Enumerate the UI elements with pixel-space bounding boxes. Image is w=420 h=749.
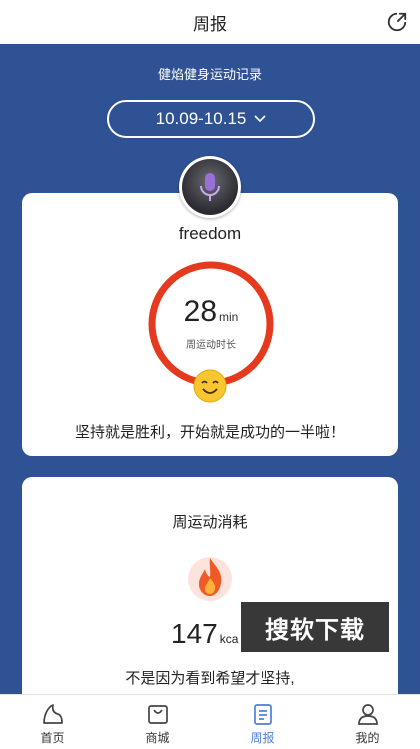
weekly-minutes: 28 min [146, 295, 276, 329]
date-range-label: 10.09-10.15 [155, 109, 247, 128]
tab-profile-label: 我的 [355, 731, 380, 745]
tab-mall[interactable]: 商城 [105, 695, 210, 749]
report-icon [253, 704, 272, 725]
chevron-down-icon [254, 115, 266, 123]
username: freedom [178, 224, 242, 243]
tab-mall-label: 商城 [145, 731, 170, 745]
weekly-minutes-label: 周运动时长 [186, 340, 236, 351]
weekly-minutes-unit: min [219, 310, 239, 324]
consumption-title: 周运动消耗 [172, 514, 248, 531]
motto-text: 坚持就是胜利，开始就是成功的一半啦！ [74, 424, 345, 441]
microphone-icon [200, 173, 220, 201]
watermark: 搜软下载 [241, 602, 389, 652]
weekly-kcal: 147 kca [171, 618, 238, 650]
profile-icon [357, 704, 378, 725]
share-icon[interactable] [386, 11, 408, 33]
smiley-icon [193, 369, 227, 403]
weekly-kcal-unit: kca [219, 632, 239, 646]
tab-home[interactable]: 首页 [0, 695, 105, 749]
home-icon [42, 704, 63, 724]
top-bar: 周报 [0, 0, 420, 44]
weekly-kcal-value: 147 [171, 618, 218, 649]
page-title: 周报 [193, 14, 227, 34]
tab-report-label: 周报 [250, 731, 275, 745]
avatar[interactable] [179, 156, 241, 218]
weekly-minutes-value: 28 [183, 295, 218, 328]
bottom-tab-bar: 首页 商城 周报 我的 [0, 694, 420, 749]
tab-profile[interactable]: 我的 [315, 695, 420, 749]
tab-report[interactable]: 周报 [210, 695, 315, 749]
app-subtitle: 健焰健身运动记录 [157, 67, 262, 82]
shopping-bag-icon [147, 705, 168, 724]
tab-home-label: 首页 [40, 731, 65, 745]
flame-icon [188, 557, 232, 601]
consumption-motto: 不是因为看到希望才坚持, [125, 670, 295, 687]
date-range-selector[interactable]: 10.09-10.15 [107, 100, 315, 138]
